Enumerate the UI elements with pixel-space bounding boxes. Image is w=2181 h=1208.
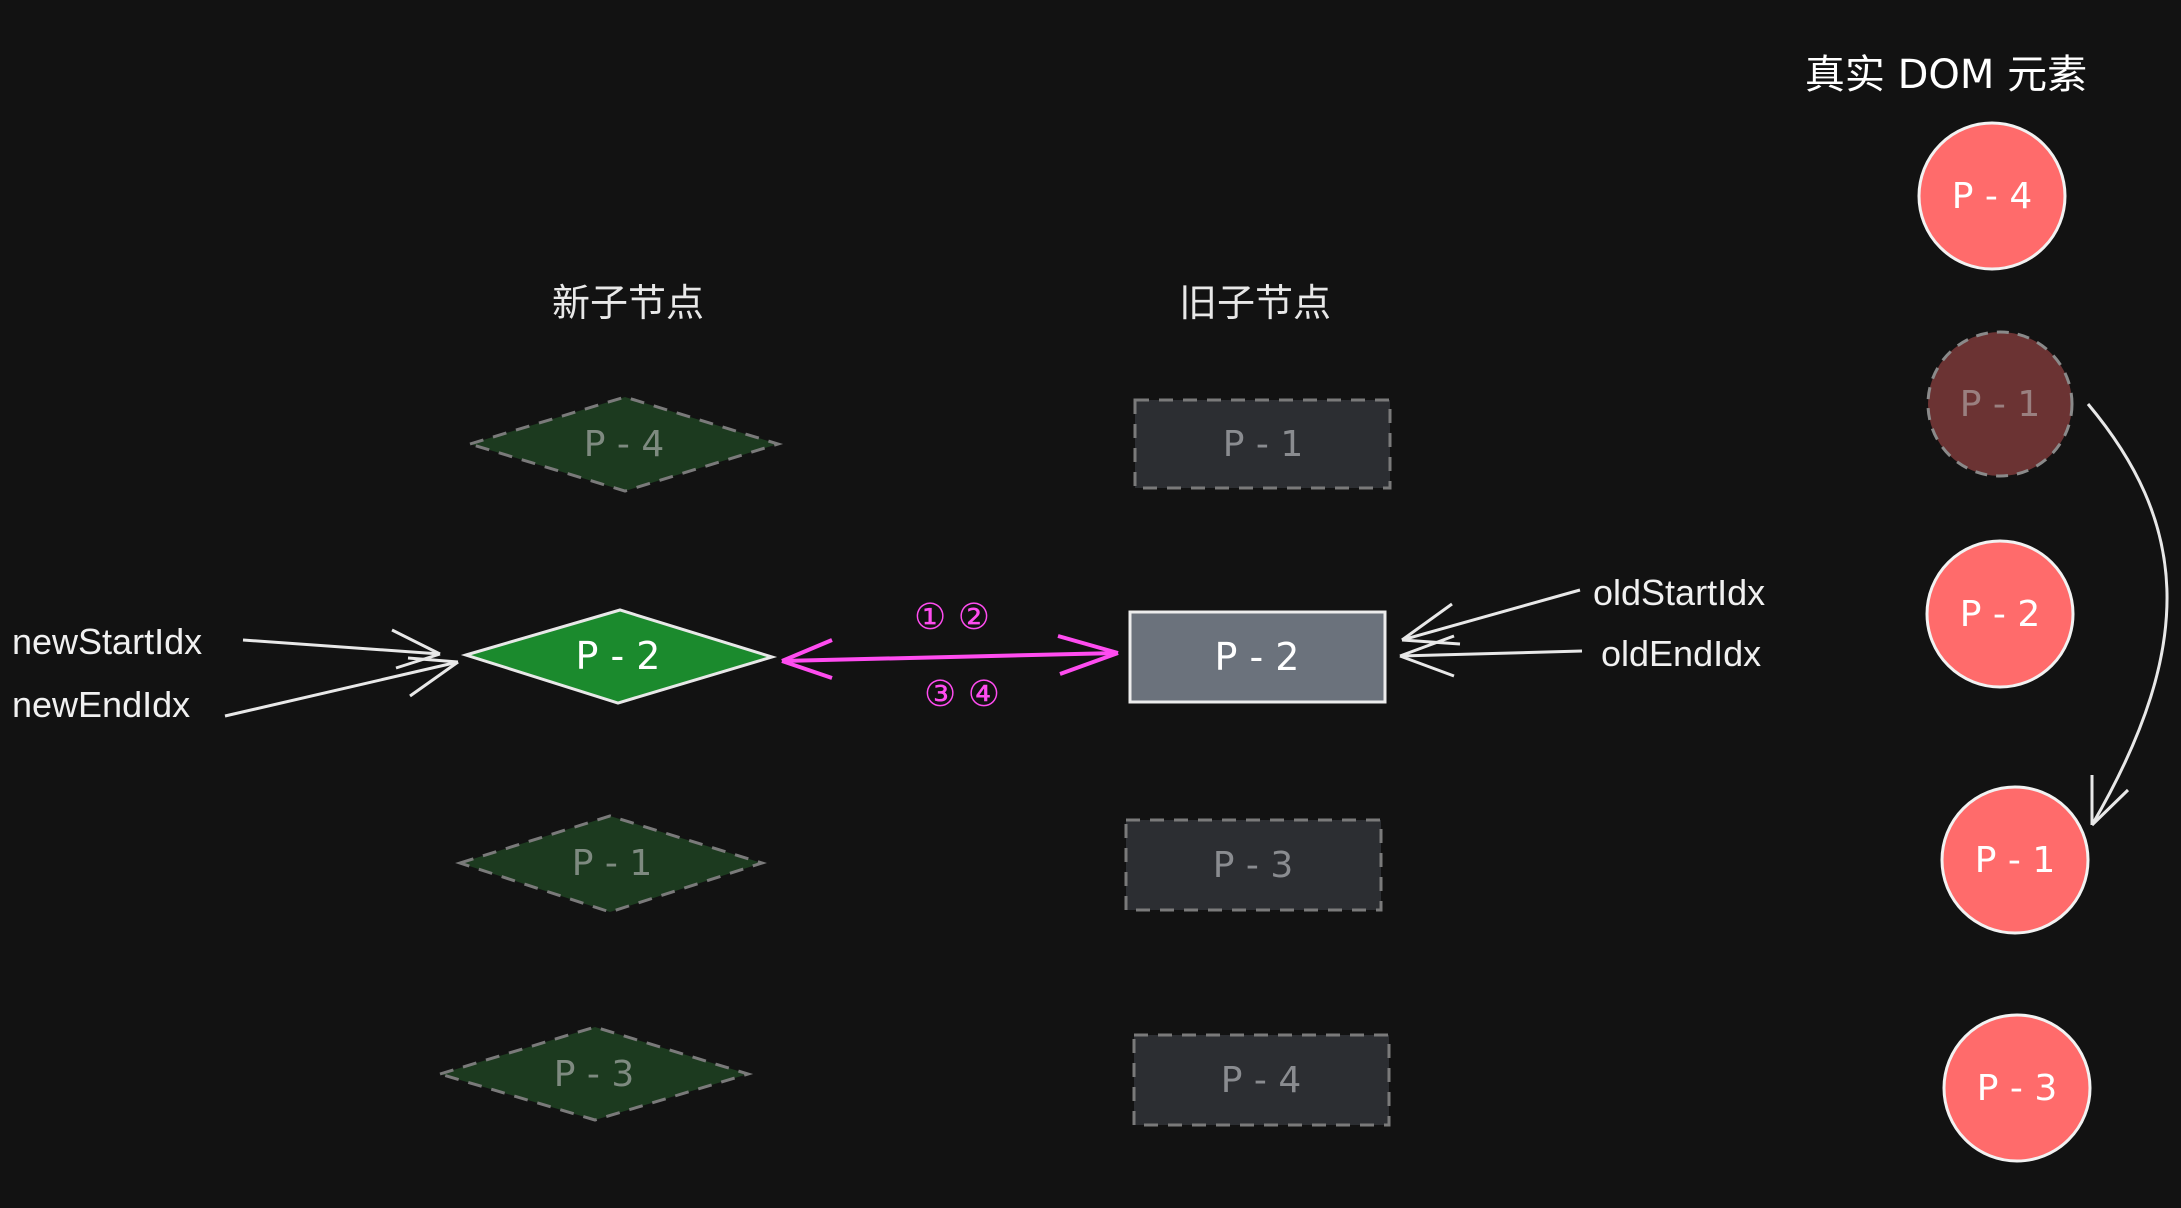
dom-node-1-label: P - 4 — [1952, 176, 2033, 217]
old-start-idx-label: oldStartIdx — [1593, 572, 1765, 613]
old-node-2-label: P - 2 — [1215, 635, 1300, 679]
dom-node-3: P - 2 — [1925, 539, 2075, 689]
old-end-idx-label: oldEndIdx — [1601, 633, 1761, 674]
new-end-idx-label: newEndIdx — [12, 684, 190, 725]
move-arrow — [2086, 403, 2169, 827]
compare-arrow — [781, 634, 1119, 680]
new-node-4-label: P - 3 — [554, 1054, 635, 1095]
new-start-idx-label: newStartIdx — [12, 621, 202, 662]
compare-steps-bottom: ③ ④ — [924, 674, 1000, 715]
old-children-header: 旧子节点 — [1179, 283, 1331, 325]
new-node-2-label: P - 2 — [576, 634, 661, 678]
old-node-1-label: P - 1 — [1223, 424, 1304, 465]
new-node-1-label: P - 4 — [584, 424, 665, 465]
compare-steps-top: ① ② — [914, 597, 990, 638]
real-dom-header: 真实 DOM 元素 — [1805, 52, 2087, 98]
dom-node-5-label: P - 3 — [1977, 1068, 2058, 1109]
new-node-1: P - 4 — [464, 395, 784, 493]
old-node-3-label: P - 3 — [1213, 845, 1294, 886]
old-node-2: P - 2 — [1128, 610, 1387, 704]
dom-node-4-label: P - 1 — [1975, 840, 2056, 881]
old-node-4: P - 4 — [1132, 1033, 1391, 1127]
dom-node-1: P - 4 — [1917, 121, 2067, 271]
new-node-3: P - 1 — [455, 814, 767, 914]
new-children-header: 新子节点 — [552, 283, 704, 325]
diagram-canvas: 新子节点 旧子节点 真实 DOM 元素 P - 4 P - 2 P - 1 P … — [12, 52, 2169, 1163]
dom-node-4: P - 1 — [1940, 785, 2090, 935]
new-node-3-label: P - 1 — [572, 843, 653, 884]
old-node-3: P - 3 — [1124, 818, 1383, 912]
dom-node-3-label: P - 2 — [1960, 594, 2041, 635]
new-end-pointer-arrow — [224, 656, 459, 718]
new-node-4: P - 3 — [434, 1025, 754, 1122]
old-node-4-label: P - 4 — [1221, 1060, 1302, 1101]
new-start-pointer-arrow — [242, 628, 441, 670]
dom-node-2: P - 1 — [1926, 330, 2074, 478]
dom-node-5: P - 3 — [1942, 1013, 2092, 1163]
dom-node-2-label: P - 1 — [1960, 384, 2041, 425]
new-node-2: P - 2 — [460, 608, 778, 705]
old-node-1: P - 1 — [1133, 398, 1392, 490]
old-start-pointer-arrow — [1401, 588, 1581, 646]
